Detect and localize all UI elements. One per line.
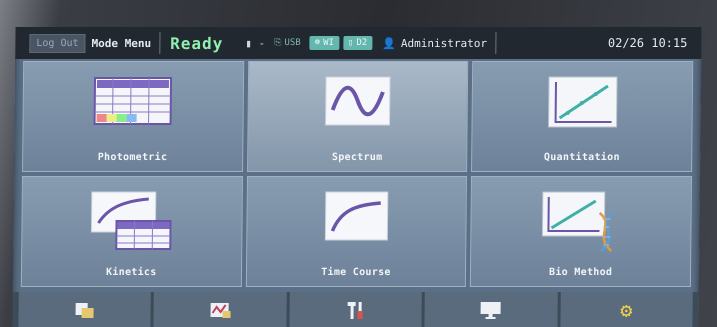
usb-badge: ⎘ USB (274, 38, 301, 48)
divider (159, 32, 161, 54)
settings-button[interactable]: ⚙ (560, 292, 693, 327)
mode-menu-title: Mode Menu (91, 36, 152, 50)
user-icon: 👤 (382, 36, 396, 50)
user-name: Administrator (400, 36, 488, 50)
table-grid-icon (93, 77, 173, 125)
sine-wave-icon (325, 76, 391, 126)
tile-label: Time Course (321, 267, 391, 278)
tile-quantitation[interactable]: Quantitation (471, 61, 694, 172)
chart-button[interactable] (153, 292, 287, 327)
tile-bio-method[interactable]: Bio Method (470, 176, 693, 287)
tile-kinetics[interactable]: Kinetics (20, 176, 243, 287)
touch-screen: Log Out Mode Menu Ready ▮ - ⎘ USB ☸ WI ▯… (12, 27, 702, 327)
device-indicator: ▮ - (245, 36, 266, 50)
tile-label: Kinetics (105, 267, 157, 278)
wifi-badge: ☸ WI (309, 36, 340, 50)
folder-icon (75, 302, 94, 318)
gear-icon: ⚙ (620, 297, 633, 322)
ready-status: Ready (170, 33, 224, 53)
rising-curve-icon (324, 191, 389, 241)
tools-icon (347, 301, 363, 319)
monitor-icon (480, 301, 502, 319)
chart-icon (210, 302, 231, 318)
tile-label: Photometric (97, 152, 168, 163)
curve-table-icon (91, 191, 172, 250)
tile-spectrum[interactable]: Spectrum (246, 61, 469, 172)
tile-label: Bio Method (548, 267, 613, 278)
monitor-button[interactable] (424, 292, 558, 327)
logout-button[interactable]: Log Out (29, 33, 86, 53)
user-info: 👤 Administrator (382, 37, 487, 50)
tools-button[interactable] (289, 292, 422, 327)
tile-label: Spectrum (331, 152, 383, 163)
mode-grid: Photometric Spectrum Quantitation Kineti… (20, 61, 694, 287)
tile-time-course[interactable]: Time Course (245, 176, 468, 287)
divider (494, 32, 497, 54)
datetime: 02/26 10:15 (607, 36, 688, 50)
dna-icon (541, 191, 615, 252)
d2-badge: ▯ D2 (342, 36, 373, 50)
tile-label: Quantitation (543, 152, 620, 163)
tile-photometric[interactable]: Photometric (22, 61, 244, 172)
folder-button[interactable] (18, 292, 152, 327)
bottom-toolbar: ⚙ (12, 292, 699, 327)
status-bar: Log Out Mode Menu Ready ▮ - ⎘ USB ☸ WI ▯… (15, 27, 702, 59)
calibration-line-icon (547, 76, 618, 128)
